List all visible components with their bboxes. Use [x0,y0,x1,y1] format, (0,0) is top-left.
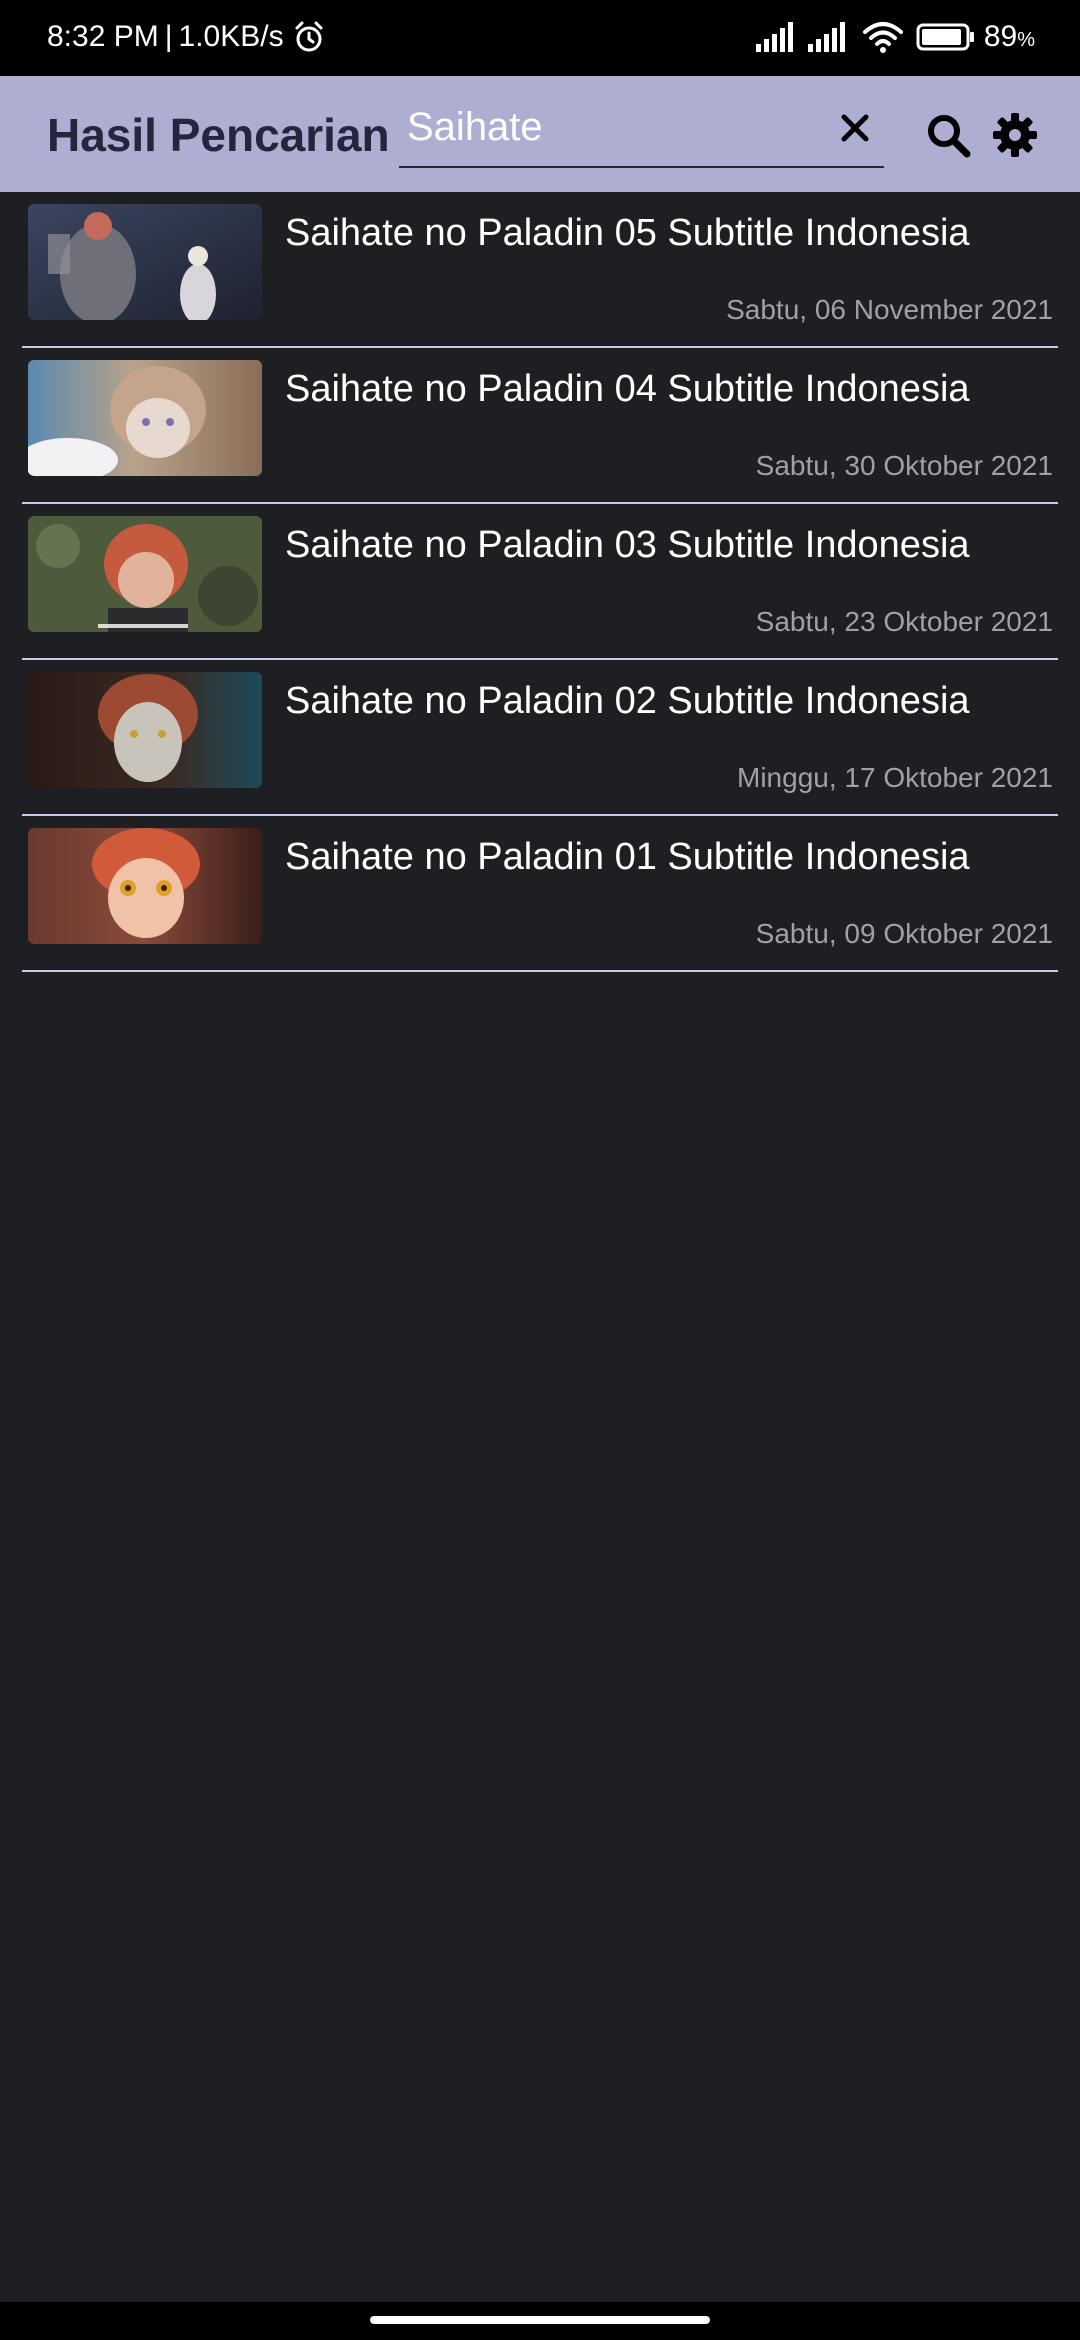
status-separator: | [164,20,173,53]
status-bar: 8:32 PM | 1.0KB/s 89% [0,0,1080,76]
wifi-icon [862,22,903,53]
anime-screenshot-thumbnail [28,672,262,788]
status-time: 8:32 PM [47,20,159,53]
anime-screenshot-thumbnail [28,828,262,944]
result-title: Saihate no Paladin 01 Subtitle Indonesia [285,836,970,878]
battery-level: 89 [983,20,1018,53]
result-title: Saihate no Paladin 02 Subtitle Indonesia [285,680,970,722]
clear-search-button[interactable] [833,106,877,150]
settings-button[interactable] [992,112,1038,158]
result-date: Sabtu, 06 November 2021 [726,294,1053,325]
search-input[interactable] [407,102,807,152]
search-icon [928,115,971,158]
search-button[interactable] [925,112,973,160]
status-speed: 1.0KB/s [178,20,284,53]
result-title: Saihate no Paladin 04 Subtitle Indonesia [285,368,970,410]
search-results-list: Saihate no Paladin 05 Subtitle Indonesia… [22,192,1058,972]
result-date: Sabtu, 23 Oktober 2021 [755,606,1053,637]
result-title: Saihate no Paladin 03 Subtitle Indonesia [285,524,970,566]
close-icon [841,114,869,142]
list-item[interactable]: Saihate no Paladin 04 Subtitle Indonesia… [22,348,1058,504]
list-item[interactable]: Saihate no Paladin 01 Subtitle Indonesia… [22,816,1058,972]
app-bar: Hasil Pencarian [0,76,1080,192]
battery-icon [916,23,974,51]
search-box [399,94,884,168]
page-title: Hasil Pencarian [47,109,390,161]
status-left: 8:32 PM | 1.0KB/s [47,20,326,54]
battery-unit: % [1017,29,1035,51]
result-date: Sabtu, 09 Oktober 2021 [755,918,1053,949]
home-indicator[interactable] [370,2316,710,2324]
result-title: Saihate no Paladin 05 Subtitle Indonesia [285,212,970,254]
anime-screenshot-thumbnail [28,360,262,476]
signal-bars-icon [755,22,793,52]
anime-screenshot-thumbnail [28,516,262,632]
list-item[interactable]: Saihate no Paladin 03 Subtitle Indonesia… [22,504,1058,660]
list-item[interactable]: Saihate no Paladin 05 Subtitle Indonesia… [22,192,1058,348]
alarm-clock-icon [295,21,323,52]
list-item[interactable]: Saihate no Paladin 02 Subtitle Indonesia… [22,660,1058,816]
status-right: 89% [754,20,1035,54]
result-date: Minggu, 17 Oktober 2021 [737,762,1053,793]
result-date: Sabtu, 30 Oktober 2021 [755,450,1053,481]
signal-bars-icon [807,22,845,52]
anime-screenshot-thumbnail [28,204,262,320]
battery-percentage: 89% [984,20,1035,54]
gear-icon [993,113,1037,157]
navigation-bar [0,2302,1080,2340]
